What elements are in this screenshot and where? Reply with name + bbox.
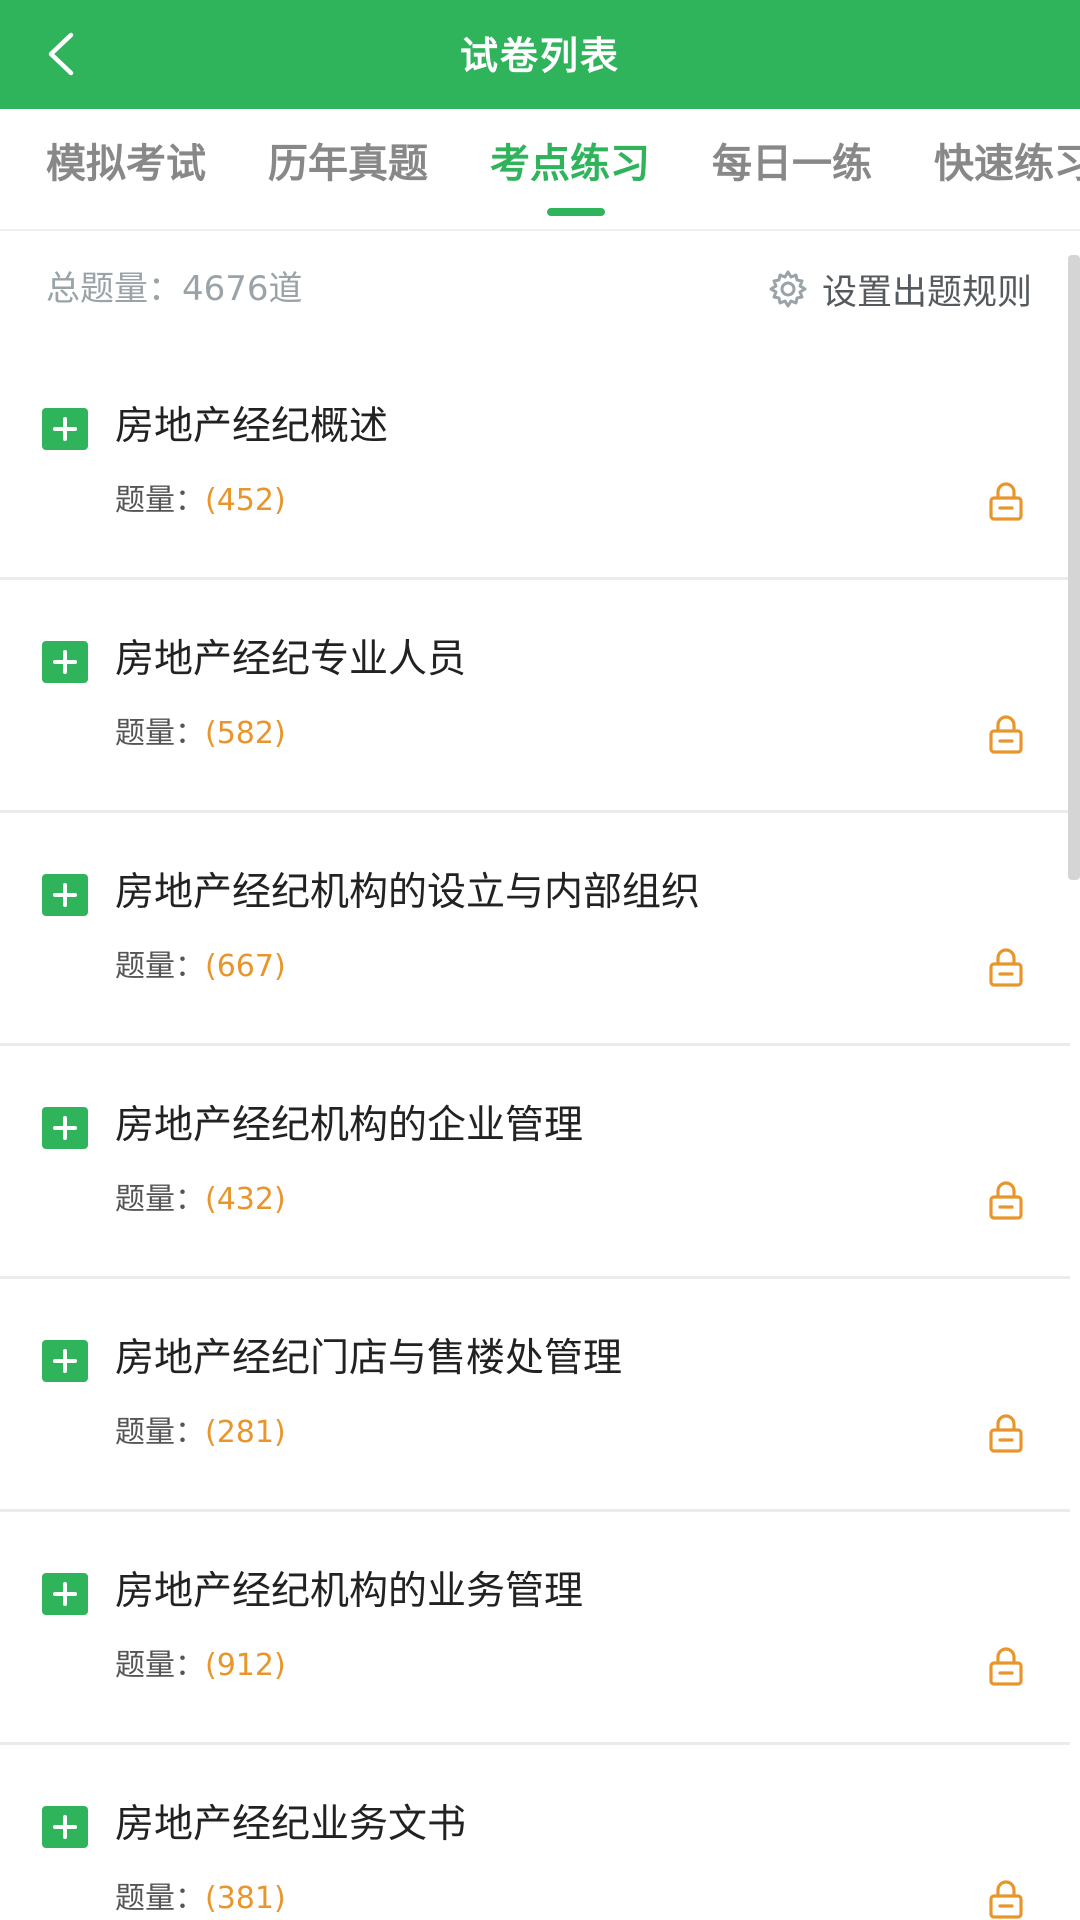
- list-item[interactable]: 房地产经纪概述 题量：(452): [0, 347, 1070, 580]
- list-item[interactable]: 房地产经纪业务文书 题量：(381): [0, 1745, 1070, 1920]
- item-title: 房地产经纪门店与售楼处管理: [115, 1336, 623, 1381]
- tab-past-papers[interactable]: 历年真题: [268, 109, 428, 229]
- tab-daily-practice[interactable]: 每日一练: [712, 109, 872, 229]
- total-question-count: 总题量：4676道: [46, 269, 303, 309]
- count-value: (432): [205, 1182, 286, 1217]
- lock-icon: [989, 715, 1023, 754]
- count-value: (381): [205, 1881, 286, 1916]
- count-label: 题量：: [115, 483, 205, 518]
- set-rules-button[interactable]: 设置出题规则: [768, 253, 1032, 325]
- count-label: 题量：: [115, 1415, 205, 1450]
- count-label: 题量：: [115, 716, 205, 751]
- count-label: 题量：: [115, 1182, 205, 1217]
- list-item[interactable]: 房地产经纪门店与售楼处管理 题量：(281): [0, 1279, 1070, 1512]
- expand-plus-icon[interactable]: [42, 1107, 88, 1149]
- item-count: 题量：(582): [115, 712, 286, 756]
- count-value: (452): [205, 483, 286, 518]
- list-item[interactable]: 房地产经纪专业人员 题量：(582): [0, 580, 1070, 813]
- item-count: 题量：(381): [115, 1877, 286, 1920]
- expand-plus-icon[interactable]: [42, 1340, 88, 1382]
- app-root: 试卷列表 模拟考试 历年真题 考点练习 每日一练 快速练习 总题量：4676道 …: [0, 0, 1080, 1920]
- lock-icon: [989, 1647, 1023, 1686]
- lock-icon: [989, 1181, 1023, 1220]
- item-title: 房地产经纪概述: [115, 404, 389, 449]
- expand-plus-icon[interactable]: [42, 641, 88, 683]
- gear-icon: [768, 269, 808, 309]
- count-value: (912): [205, 1648, 286, 1683]
- expand-plus-icon[interactable]: [42, 1806, 88, 1848]
- list-item[interactable]: 房地产经纪机构的设立与内部组织 题量：(667): [0, 813, 1070, 1046]
- item-count: 题量：(667): [115, 945, 286, 989]
- item-title: 房地产经纪业务文书: [115, 1802, 467, 1847]
- count-value: (667): [205, 949, 286, 984]
- item-count: 题量：(281): [115, 1411, 286, 1455]
- count-label: 题量：: [115, 949, 205, 984]
- lock-icon: [989, 948, 1023, 987]
- active-tab-indicator: [547, 208, 605, 216]
- top-bar: 试卷列表: [0, 0, 1080, 109]
- item-title: 房地产经纪机构的设立与内部组织: [115, 870, 701, 915]
- count-value: (582): [205, 716, 286, 751]
- topic-list: 房地产经纪概述 题量：(452) 房地产经纪专业人员 题量：(582) 房地产经…: [0, 347, 1070, 1920]
- expand-plus-icon[interactable]: [42, 1573, 88, 1615]
- expand-plus-icon[interactable]: [42, 874, 88, 916]
- expand-plus-icon[interactable]: [42, 408, 88, 450]
- summary-bar: 总题量：4676道 设置出题规则: [0, 231, 1062, 347]
- set-rules-label: 设置出题规则: [821, 272, 1032, 313]
- item-title: 房地产经纪机构的业务管理: [115, 1569, 584, 1614]
- list-item[interactable]: 房地产经纪机构的企业管理 题量：(432): [0, 1046, 1070, 1279]
- scrollbar[interactable]: [1068, 255, 1080, 880]
- item-count: 题量：(432): [115, 1178, 286, 1222]
- lock-icon: [989, 1880, 1023, 1919]
- tab-quick-practice[interactable]: 快速练习: [934, 109, 1080, 229]
- page-title: 试卷列表: [459, 34, 620, 78]
- lock-icon: [989, 482, 1023, 521]
- item-count: 题量：(912): [115, 1644, 286, 1688]
- item-count: 题量：(452): [115, 479, 286, 523]
- list-item[interactable]: 房地产经纪机构的业务管理 题量：(912): [0, 1512, 1070, 1745]
- tab-bar: 模拟考试 历年真题 考点练习 每日一练 快速练习: [0, 109, 1080, 231]
- count-label: 题量：: [115, 1648, 205, 1683]
- count-value: (281): [205, 1415, 286, 1450]
- item-title: 房地产经纪专业人员: [115, 637, 467, 682]
- lock-icon: [989, 1414, 1023, 1453]
- count-label: 题量：: [115, 1881, 205, 1916]
- item-title: 房地产经纪机构的企业管理: [115, 1103, 584, 1148]
- tab-mock-exam[interactable]: 模拟考试: [46, 109, 206, 229]
